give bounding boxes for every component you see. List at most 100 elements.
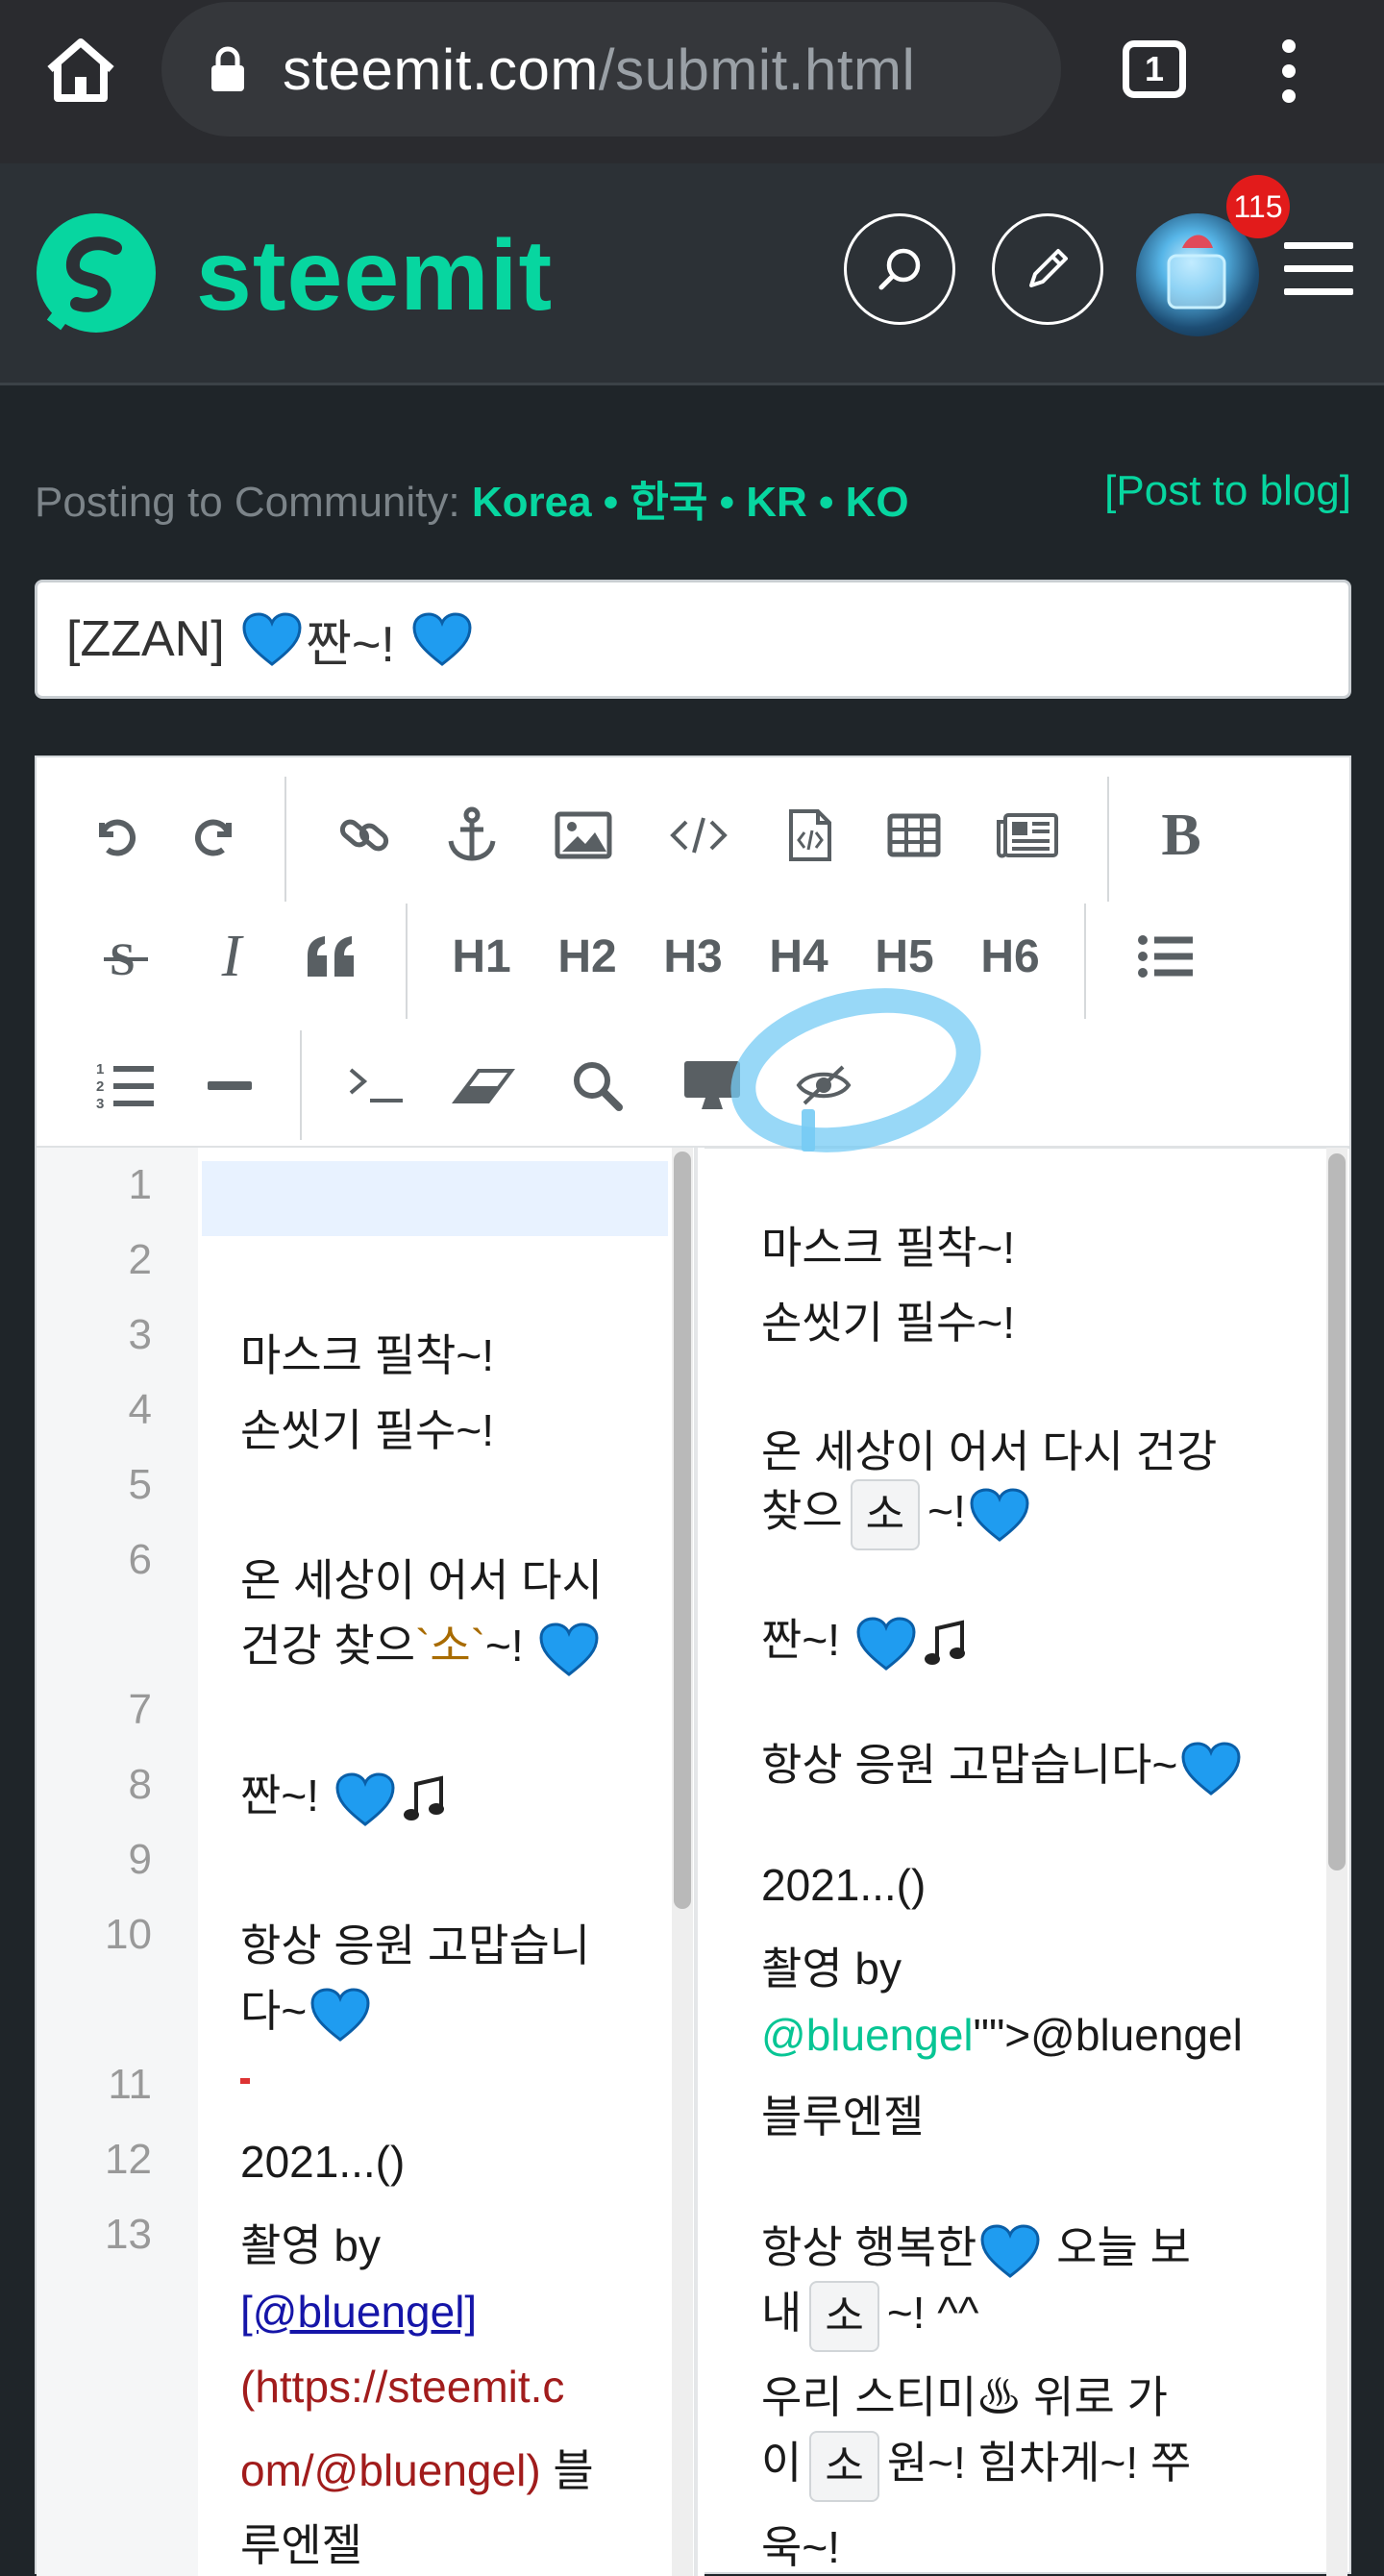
preview-line: 이 소 원~! 힘차게~! 쭈: [761, 2428, 1191, 2502]
menu-dots-icon[interactable]: [1274, 37, 1303, 106]
blue-heart-emoji: [335, 1772, 395, 1826]
code-text: 짠~!: [240, 1771, 332, 1821]
eraser-icon[interactable]: [448, 1050, 519, 1121]
active-line-highlight: [202, 1161, 668, 1236]
strikethrough-icon[interactable]: S: [90, 921, 161, 992]
heading-5-button[interactable]: H5: [861, 921, 948, 992]
search-button[interactable]: [844, 213, 955, 325]
source-scrollbar-thumb[interactable]: [674, 1152, 691, 1909]
preview-text: ~!: [927, 1486, 966, 1536]
line-number: 3: [128, 1311, 152, 1358]
undo-icon[interactable]: [79, 800, 150, 871]
post-to-blog-link[interactable]: [Post to blog]: [1104, 467, 1351, 515]
unordered-list-icon[interactable]: [1130, 921, 1201, 992]
url-text: steemit.com/submit.html: [283, 37, 915, 103]
heading-6-button[interactable]: H6: [967, 921, 1053, 992]
hamburger-icon[interactable]: [1284, 242, 1353, 300]
code-text: 건강 찾으: [240, 1621, 416, 1671]
preview-scrollbar[interactable]: [1326, 1148, 1347, 2576]
heading-4-button[interactable]: H4: [755, 921, 842, 992]
italic-icon[interactable]: I: [196, 921, 267, 992]
code-line: om/@bluengel) 블: [240, 2436, 594, 2499]
music-note-emoji: [924, 1620, 965, 1665]
anchor-icon[interactable]: [436, 800, 507, 871]
markdown-link-url: om/@bluengel): [240, 2445, 541, 2495]
search-icon[interactable]: [561, 1050, 632, 1121]
preview-text: 촬영 by: [761, 1944, 902, 1994]
code-line: 손씻기 필수~!: [240, 1405, 495, 1455]
preview-text: 짠~!: [761, 1615, 853, 1665]
address-bar[interactable]: steemit.com/submit.html: [161, 2, 1061, 136]
quote-icon[interactable]: [296, 921, 367, 992]
link-icon[interactable]: [329, 800, 400, 871]
line-number: 6: [128, 1536, 152, 1583]
markdown-link-url: (https://steemit.c: [240, 2362, 565, 2412]
horizontal-rule-icon[interactable]: [194, 1050, 265, 1121]
site-logo-text[interactable]: steemit: [196, 219, 553, 334]
markdown-source-pane[interactable]: 마스크 필착~! 손씻기 필수~! 온 세상이 어서 다시 건강 찾으`소`~!…: [198, 1148, 704, 2576]
line-number: 4: [128, 1386, 152, 1433]
code-line: 온 세상이 어서 다시: [240, 1555, 603, 1605]
heading-3-button[interactable]: H3: [650, 921, 736, 992]
preview-pane: 마스크 필착~! 손씻기 필수~! 온 세상이 어서 다시 건강 찾으 소 ~! 짠…: [698, 1148, 1349, 2576]
desktop-icon[interactable]: [677, 1050, 748, 1121]
preview-line: 짠~!: [761, 1605, 966, 1671]
preview-text: 항상 행복한: [761, 2222, 977, 2272]
blue-heart-emoji: [310, 1988, 370, 2042]
line-number: 7: [128, 1686, 152, 1733]
heading-2-button[interactable]: H2: [544, 921, 630, 992]
code-line: 2021...(): [240, 2137, 406, 2187]
redo-icon[interactable]: [181, 800, 252, 871]
svg-text:3: 3: [96, 1096, 104, 1112]
write-post-button[interactable]: [992, 213, 1103, 325]
url-path: /submit.html: [598, 37, 916, 102]
code-file-icon[interactable]: [775, 800, 846, 871]
preview-text: 우리 스티미♨ 위로 가: [761, 2372, 1168, 2422]
steemit-logo-icon[interactable]: [33, 210, 160, 336]
lock-icon: [211, 46, 244, 91]
table-icon[interactable]: [878, 800, 950, 871]
bold-icon[interactable]: B: [1146, 800, 1217, 871]
title-input[interactable]: [ZZAN] 짠~!: [35, 580, 1351, 699]
code-line: 루엔젤: [240, 2520, 362, 2570]
source-scrollbar[interactable]: [672, 1148, 693, 2576]
editor-toolbar: B S I H1 H2 H3 H4 H5 H6 123: [37, 757, 1349, 1177]
community-name[interactable]: Korea • 한국 • KR • KO: [472, 479, 909, 526]
line-number: 2: [128, 1236, 152, 1283]
code-icon[interactable]: [663, 800, 734, 871]
blue-heart-emoji: [242, 612, 302, 666]
cursor-marker: [240, 2078, 250, 2084]
tabs-icon[interactable]: 1: [1123, 40, 1186, 98]
image-icon[interactable]: [548, 800, 619, 871]
line-number: 11: [108, 2061, 152, 2108]
blue-heart-emoji: [970, 1488, 1029, 1542]
highlight-mark-annotation: [802, 1109, 815, 1152]
notification-badge[interactable]: 115: [1226, 175, 1290, 238]
preview-text: 내: [761, 2288, 803, 2338]
preview-text: "">@bluengel: [973, 2010, 1243, 2060]
terminal-icon[interactable]: [340, 1050, 411, 1121]
line-number: 1: [128, 1161, 152, 1208]
inline-code: 소: [809, 2430, 879, 2502]
preview-text: ~! ^^: [886, 2288, 979, 2338]
home-icon[interactable]: [44, 37, 117, 104]
preview-scrollbar-thumb[interactable]: [1328, 1153, 1346, 1870]
code-line: 다~: [240, 1976, 374, 2042]
preview-text: 오늘 보: [1044, 2222, 1191, 2272]
line-number: 13: [105, 2211, 152, 2258]
heading-1-button[interactable]: H1: [438, 921, 525, 992]
svg-text:2: 2: [96, 1078, 104, 1095]
code-text: 다~: [240, 1986, 308, 2036]
hide-preview-icon[interactable]: [788, 1050, 859, 1121]
url-domain: steemit.com: [283, 37, 599, 102]
preview-line: 찾으 소 ~!: [761, 1476, 1033, 1550]
line-number: 8: [128, 1761, 152, 1808]
ordered-list-icon[interactable]: 123: [90, 1050, 161, 1121]
code-text: ~!: [485, 1621, 536, 1671]
newspaper-icon[interactable]: [992, 800, 1063, 871]
user-mention-link[interactable]: @bluengel: [761, 2010, 974, 2060]
preview-line: @bluengel"">@bluengel: [761, 2009, 1243, 2061]
inline-code: 소: [850, 1478, 921, 1550]
blue-heart-emoji: [1181, 1742, 1241, 1796]
title-prefix: [ZZAN]: [66, 611, 239, 667]
